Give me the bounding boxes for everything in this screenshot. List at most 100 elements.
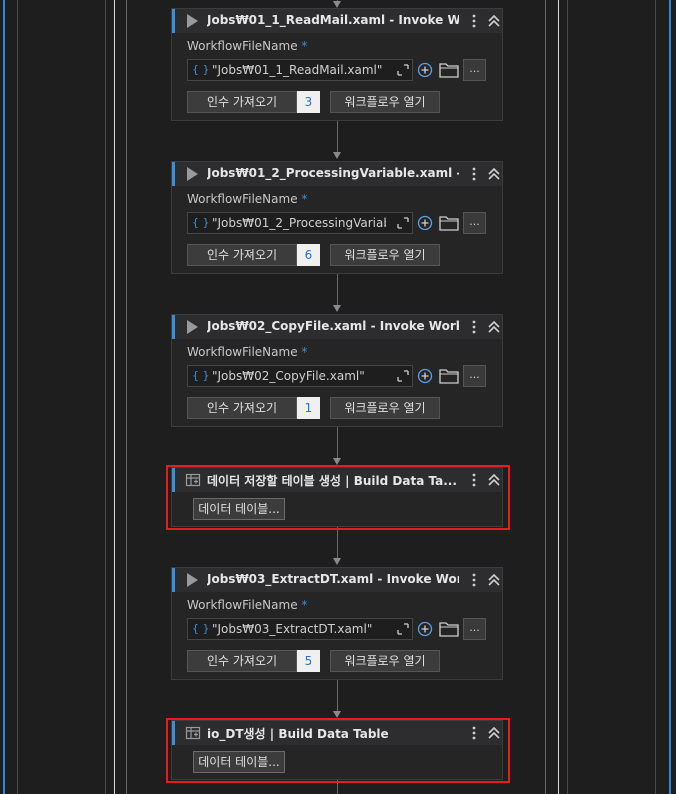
build-data-table-icon [185, 473, 201, 487]
activity-title: io_DT생성 | Build Data Table [207, 727, 389, 741]
expand-arrows-icon[interactable] [397, 370, 409, 382]
play-triangle-icon [187, 320, 198, 334]
expand-arrows-icon[interactable] [397, 64, 409, 76]
chevron-double-up-icon[interactable] [486, 472, 502, 488]
circle-plus-icon[interactable] [417, 368, 433, 384]
play-triangle-icon [187, 14, 198, 28]
guide-line [105, 0, 106, 794]
vertical-dots-icon[interactable] [466, 571, 482, 589]
data-table-button[interactable]: 데이터 테이블... [193, 751, 285, 773]
vertical-dots-icon[interactable] [466, 165, 482, 183]
vertical-dots-icon[interactable] [466, 471, 482, 489]
curly-braces-icon: { } [192, 369, 210, 382]
flow-arrow [333, 1, 341, 8]
argument-count-badge: 6 [297, 244, 320, 266]
circle-plus-icon[interactable] [417, 621, 433, 637]
open-workflow-button[interactable]: 워크플로우 열기 [330, 397, 440, 419]
field-value: "Jobs₩03_ExtractDT.xaml" [212, 622, 373, 636]
activity-header[interactable]: io_DT생성 | Build Data Table [172, 721, 502, 745]
guide-line [545, 0, 546, 794]
open-workflow-button[interactable]: 워크플로우 열기 [330, 91, 440, 113]
guide-line [126, 0, 127, 794]
left-guide-line [3, 0, 5, 794]
expand-arrows-icon[interactable] [397, 217, 409, 229]
field-label: WorkflowFileName * [187, 39, 308, 53]
invoke-workflow-activity[interactable]: Jobs₩01_1_ReadMail.xaml - Invoke Work...… [171, 8, 503, 121]
circle-plus-icon[interactable] [417, 215, 433, 231]
flow-connector [337, 121, 338, 156]
flow-connector [337, 680, 338, 715]
invoke-workflow-activity[interactable]: Jobs₩03_ExtractDT.xaml - Invoke Workfl..… [171, 567, 503, 680]
activity-header[interactable]: Jobs₩01_2_ProcessingVariable.xaml - Inv.… [172, 162, 502, 186]
vertical-dots-icon[interactable] [466, 12, 482, 30]
field-label: WorkflowFileName * [187, 192, 308, 206]
field-value: "Jobs₩02_CopyFile.xaml" [212, 369, 365, 383]
activity-header[interactable]: Jobs₩02_CopyFile.xaml - Invoke Workflo..… [172, 315, 502, 339]
more-options-button[interactable]: ... [463, 59, 486, 81]
workflow-file-name-input[interactable]: { } "Jobs₩01_1_ReadMail.xaml" [187, 59, 413, 81]
folder-icon[interactable] [438, 366, 460, 386]
folder-icon[interactable] [438, 619, 460, 639]
activity-header[interactable]: Jobs₩01_1_ReadMail.xaml - Invoke Work... [172, 9, 502, 33]
expand-arrows-icon[interactable] [397, 623, 409, 635]
activity-header[interactable]: 데이터 저장할 테이블 생성 | Build Data Ta... [172, 468, 502, 492]
field-label: WorkflowFileName * [187, 598, 308, 612]
open-workflow-button[interactable]: 워크플로우 열기 [330, 244, 440, 266]
workflow-file-name-input[interactable]: { } "Jobs₩02_CopyFile.xaml" [187, 365, 413, 387]
more-options-button[interactable]: ... [463, 618, 486, 640]
import-arguments-button[interactable]: 인수 가져오기 [187, 397, 297, 419]
import-arguments-button[interactable]: 인수 가져오기 [187, 244, 297, 266]
chevron-double-up-icon[interactable] [486, 572, 502, 588]
argument-count-badge: 1 [297, 397, 320, 419]
guide-line [114, 0, 115, 794]
activity-title: 데이터 저장할 테이블 생성 | Build Data Ta... [207, 474, 457, 488]
field-value: "Jobs₩01_1_ReadMail.xaml" [212, 63, 383, 77]
field-value: "Jobs₩01_2_ProcessingVariable.x [212, 216, 386, 230]
folder-icon[interactable] [438, 213, 460, 233]
activity-title: Jobs₩01_2_ProcessingVariable.xaml - Inv.… [207, 166, 459, 180]
import-arguments-button[interactable]: 인수 가져오기 [187, 91, 297, 113]
open-workflow-button[interactable]: 워크플로우 열기 [330, 650, 440, 672]
flow-arrow [333, 152, 341, 159]
flow-connector [337, 527, 338, 562]
more-options-button[interactable]: ... [463, 212, 486, 234]
field-label: WorkflowFileName * [187, 345, 308, 359]
circle-plus-icon[interactable] [417, 62, 433, 78]
data-table-button[interactable]: 데이터 테이블... [193, 498, 285, 520]
workflow-file-name-input[interactable]: { } "Jobs₩01_2_ProcessingVariable.x [187, 212, 413, 234]
guide-line [567, 0, 568, 794]
right-guide-line [669, 0, 671, 794]
chevron-double-up-icon[interactable] [486, 13, 502, 29]
play-triangle-icon [187, 573, 198, 587]
argument-count-badge: 3 [297, 91, 320, 113]
flow-connector [337, 780, 338, 794]
flow-connector [337, 274, 338, 309]
activity-title: Jobs₩03_ExtractDT.xaml - Invoke Workfl..… [207, 572, 459, 586]
workflow-file-name-input[interactable]: { } "Jobs₩03_ExtractDT.xaml" [187, 618, 413, 640]
play-triangle-icon [187, 167, 198, 181]
invoke-workflow-activity[interactable]: Jobs₩01_2_ProcessingVariable.xaml - Inv.… [171, 161, 503, 274]
build-data-table-activity[interactable]: 데이터 저장할 테이블 생성 | Build Data Ta... 데이터 테이… [171, 467, 503, 527]
guide-line [558, 0, 559, 794]
build-data-table-icon [185, 726, 201, 740]
guide-line [17, 0, 18, 794]
flow-arrow [333, 458, 341, 465]
chevron-double-up-icon[interactable] [486, 319, 502, 335]
import-arguments-button[interactable]: 인수 가져오기 [187, 650, 297, 672]
chevron-double-up-icon[interactable] [486, 166, 502, 182]
activity-header[interactable]: Jobs₩03_ExtractDT.xaml - Invoke Workfl..… [172, 568, 502, 592]
guide-line [655, 0, 656, 794]
chevron-double-up-icon[interactable] [486, 725, 502, 741]
flow-arrow [333, 711, 341, 718]
flow-arrow [333, 558, 341, 565]
invoke-workflow-activity[interactable]: Jobs₩02_CopyFile.xaml - Invoke Workflo..… [171, 314, 503, 427]
curly-braces-icon: { } [192, 63, 210, 76]
vertical-dots-icon[interactable] [466, 318, 482, 336]
flow-arrow [333, 305, 341, 312]
argument-count-badge: 5 [297, 650, 320, 672]
activity-title: Jobs₩01_1_ReadMail.xaml - Invoke Work... [207, 13, 459, 27]
vertical-dots-icon[interactable] [466, 724, 482, 742]
folder-icon[interactable] [438, 60, 460, 80]
build-data-table-activity[interactable]: io_DT생성 | Build Data Table 데이터 테이블... [171, 720, 503, 780]
more-options-button[interactable]: ... [463, 365, 486, 387]
